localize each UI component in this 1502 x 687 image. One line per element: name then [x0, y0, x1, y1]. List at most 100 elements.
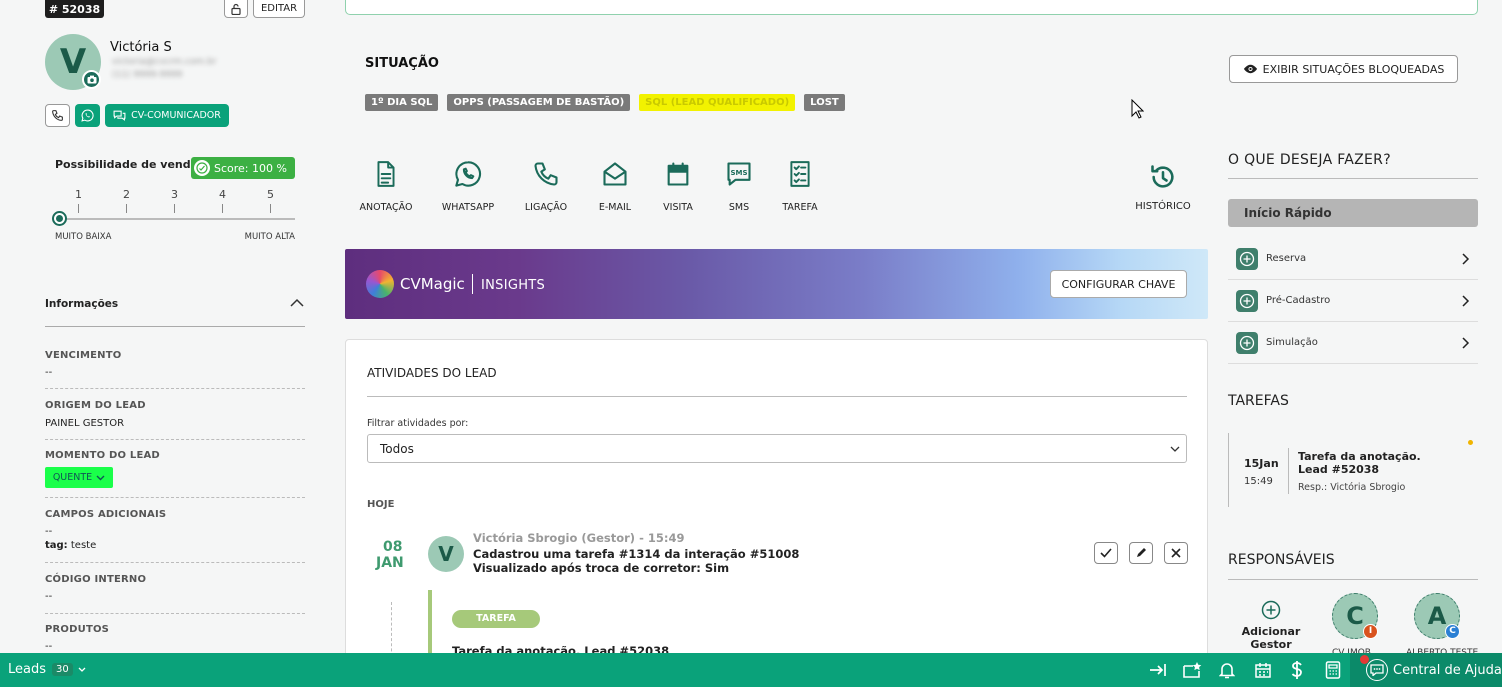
filter-label: Filtrar atividades por:	[367, 418, 469, 429]
communicator-label: CV-COMUNICADOR	[131, 110, 221, 121]
task-title: Tarefa da anotação. Lead #52038	[1298, 450, 1421, 476]
action-historico[interactable]: HISTÓRICO	[1128, 163, 1198, 212]
dollar-icon[interactable]	[1290, 660, 1304, 680]
situacao-title: SITUAÇÃO	[365, 56, 439, 71]
task-card[interactable]: 15Jan 15:49 Tarefa da anotação. Lead #52…	[1228, 433, 1478, 507]
score-badge: Score: 100 %	[191, 157, 295, 179]
activities-card: ATIVIDADES DO LEAD Filtrar atividades po…	[345, 339, 1208, 672]
svg-text:SMS: SMS	[730, 169, 747, 177]
scale-ticks	[55, 204, 295, 216]
history-icon	[1151, 165, 1174, 188]
whatsapp-icon	[455, 161, 482, 187]
situacao-chip[interactable]: SQL (LEAD QUALIFICADO)	[639, 94, 796, 111]
whatsapp-button[interactable]	[75, 104, 100, 127]
document-icon	[377, 161, 395, 187]
score-icon	[194, 160, 210, 176]
filter-select[interactable]: Todos	[367, 434, 1187, 463]
momento-dropdown[interactable]: QUENTE	[45, 467, 113, 488]
score-text: Score: 100 %	[214, 161, 287, 175]
add-manager-button[interactable]: Adicionar Gestor	[1237, 600, 1305, 651]
quick-item-pre-cadastro[interactable]: Pré-Cadastro	[1228, 280, 1478, 322]
task-badge: TAREFA	[452, 610, 540, 628]
responsible-letter: A	[1427, 602, 1447, 630]
chat-icon	[113, 110, 126, 121]
scale-number: 3	[171, 188, 178, 201]
responsible-badge: C	[1445, 624, 1460, 639]
quick-start-header: Início Rápido	[1228, 199, 1478, 227]
field-label-codigo: CÓDIGO INTERNO	[45, 574, 147, 585]
help-chat-icon	[1366, 659, 1388, 681]
scale-handle[interactable]	[52, 211, 67, 226]
cvmagic-section: INSIGHTS	[481, 278, 546, 293]
field-value-vencimento: --	[45, 367, 53, 378]
bottom-bar: Leads 30 Central de Ajuda	[0, 653, 1502, 687]
pencil-icon	[1137, 548, 1146, 557]
lead-id-badge: # 52038	[45, 0, 104, 18]
camera-icon[interactable]	[82, 70, 101, 89]
chevron-right-icon	[1462, 336, 1470, 349]
info-section-title[interactable]: Informações	[45, 298, 118, 310]
activity-day: 08	[383, 539, 403, 555]
action-anotacao[interactable]: ANOTAÇÃO	[351, 160, 421, 213]
action-visita[interactable]: VISITA	[643, 160, 713, 213]
task-status-dot	[1468, 440, 1473, 445]
lock-button[interactable]	[224, 0, 248, 18]
phone-button[interactable]	[45, 104, 70, 127]
tarefas-title: TAREFAS	[1228, 393, 1289, 409]
configure-key-button[interactable]: CONFIGURAR CHAVE	[1050, 270, 1187, 298]
chevron-right-icon	[1462, 252, 1470, 265]
group-label: HOJE	[367, 499, 395, 510]
delete-activity-button[interactable]	[1164, 542, 1188, 564]
complete-button[interactable]	[1094, 542, 1118, 564]
calendar-icon[interactable]	[1254, 661, 1272, 679]
responsible-letter: C	[1346, 602, 1364, 630]
field-value-codigo: --	[45, 591, 53, 602]
action-ligacao[interactable]: LIGAÇÃO	[511, 160, 581, 213]
show-blocked-button[interactable]: EXIBIR SITUAÇÕES BLOQUEADAS	[1229, 55, 1458, 83]
scale-number: 4	[219, 188, 226, 201]
field-value-origem: PAINEL GESTOR	[45, 418, 125, 429]
situacao-chip[interactable]: OPPS (PASSAGEM DE BASTÃO)	[447, 94, 631, 111]
lock-icon	[231, 3, 241, 15]
bell-icon[interactable]	[1219, 662, 1235, 679]
scale-track	[55, 218, 295, 220]
collapse-right-icon[interactable]	[1149, 662, 1167, 678]
calculator-icon[interactable]	[1325, 661, 1341, 679]
responsible-person[interactable]: A C	[1414, 593, 1460, 639]
lead-name: Victória S	[110, 40, 172, 55]
action-whatsapp[interactable]: WHATSAPP	[433, 160, 503, 213]
module-label: Leads	[8, 662, 47, 677]
module-selector[interactable]: Leads 30	[8, 662, 86, 677]
situacao-chip[interactable]: LOST	[804, 94, 845, 111]
scale-number: 5	[267, 188, 274, 201]
chevron-up-icon[interactable]	[290, 298, 304, 307]
help-center-button[interactable]: Central de Ajuda	[1350, 653, 1502, 687]
activity-month: JAN	[376, 555, 404, 571]
sale-possibility-scale[interactable]: 1 2 3 4 5 MUITO BAIXA MUITO ALTA	[52, 188, 295, 243]
action-sms[interactable]: SMS SMS	[704, 160, 774, 213]
action-tarefa[interactable]: TAREFA	[765, 160, 835, 213]
plus-circle-icon	[1236, 247, 1258, 270]
quick-item-simulacao[interactable]: Simulação	[1228, 322, 1478, 364]
possibility-label: Possibilidade de venda	[55, 158, 199, 171]
close-icon	[1171, 548, 1181, 558]
quick-item-reserva[interactable]: Reserva	[1228, 238, 1478, 280]
action-email[interactable]: E-MAIL	[580, 160, 650, 213]
responsible-person[interactable]: C I	[1332, 593, 1378, 639]
right-title: O QUE DESEJA FAZER?	[1228, 152, 1391, 168]
situacao-chip[interactable]: 1º DIA SQL	[365, 94, 439, 111]
communicator-button[interactable]: CV-COMUNICADOR	[105, 104, 229, 127]
star-card-icon[interactable]	[1182, 661, 1202, 679]
cvmagic-logo-icon	[366, 270, 394, 298]
responsible-badge: I	[1363, 624, 1378, 639]
activity-avatar: V	[428, 536, 464, 572]
activities-title: ATIVIDADES DO LEAD	[367, 366, 497, 380]
module-count: 30	[52, 663, 73, 676]
field-value-produtos: --	[45, 641, 53, 652]
tag-key: tag:	[45, 540, 68, 551]
edit-activity-button[interactable]	[1129, 542, 1153, 564]
field-label-campos: CAMPOS ADICIONAIS	[45, 509, 167, 520]
add-manager-label: Adicionar Gestor	[1241, 625, 1301, 651]
edit-button[interactable]: EDITAR	[253, 0, 305, 18]
field-label-momento: MOMENTO DO LEAD	[45, 450, 160, 461]
